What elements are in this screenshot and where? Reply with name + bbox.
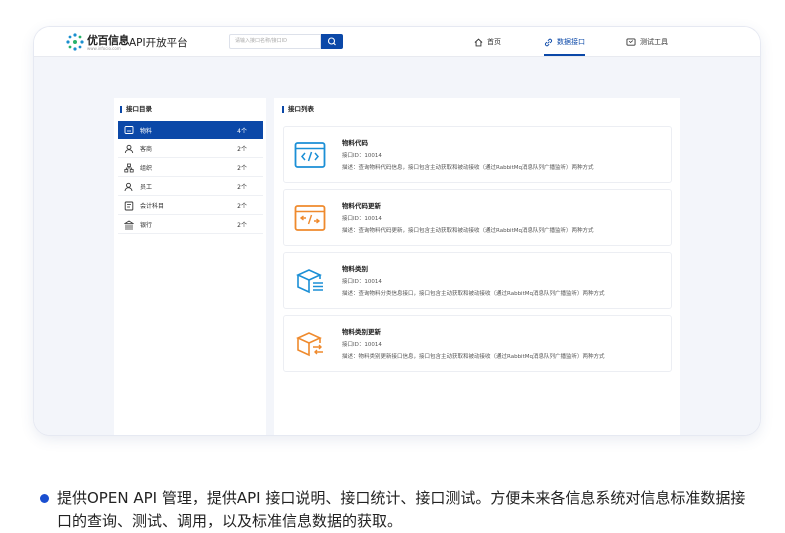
api-card-title: 物料类别更新 [342, 328, 381, 336]
sidebar-item-organization[interactable]: 组织 2个 [118, 159, 263, 177]
platform-title: API开放平台 [129, 37, 188, 49]
box-icon [124, 125, 134, 135]
nav-data-api-label: 数据接口 [557, 38, 585, 46]
sidebar-item-count: 2个 [237, 165, 247, 172]
content-area: 接口目录 物料 4个 客商 2个 组织 2个 员工 2个 会计科目 2个 银行 … [34, 57, 760, 435]
caption-bullet [40, 494, 49, 503]
sidebar-item-label: 客商 [140, 146, 153, 153]
nav-test-tools[interactable]: 测试工具 [626, 27, 668, 57]
person-icon [124, 144, 134, 154]
search-button[interactable] [321, 34, 343, 49]
sidebar-item-label: 银行 [140, 222, 153, 229]
search-input[interactable]: 请输入接口名称/接口ID [229, 34, 321, 49]
api-list-panel: 接口列表 物料代码 接口ID：10014 描述：查询物料代码信息，接口包含主动获… [274, 98, 680, 435]
api-card-description: 描述：查询物料代码信息，接口包含主动获取和被动接收（通过RabbitMq消息队列… [342, 165, 594, 171]
main-title: 接口列表 [282, 106, 314, 113]
api-card-description: 描述：查询物料代码更新，接口包含主动获取和被动接收（通过RabbitMq消息队列… [342, 228, 594, 234]
api-card-material-code-update[interactable]: 物料代码更新 接口ID：10014 描述：查询物料代码更新，接口包含主动获取和被… [283, 189, 672, 246]
code-update-icon [294, 205, 326, 231]
caption-text: 提供OPEN API 管理，提供API 接口说明、接口统计、接口测试。方便未来各… [57, 489, 746, 530]
sidebar-item-merchant[interactable]: 客商 2个 [118, 140, 263, 158]
user-icon [124, 182, 134, 192]
nav-data-api[interactable]: 数据接口 [544, 27, 585, 57]
sidebar-item-accounting[interactable]: 会计科目 2个 [118, 197, 263, 215]
api-directory-sidebar: 接口目录 物料 4个 客商 2个 组织 2个 员工 2个 会计科目 2个 银行 … [114, 98, 266, 435]
code-window-icon [294, 142, 326, 168]
org-chart-icon [124, 163, 134, 173]
api-card-title: 物料代码更新 [342, 202, 381, 210]
box-update-icon [296, 332, 323, 357]
api-card-id: 接口ID：10014 [342, 216, 382, 222]
sidebar-item-count: 4个 [237, 127, 247, 135]
api-card-id: 接口ID：10014 [342, 342, 382, 348]
api-card-material-category[interactable]: 物料类别 接口ID：10014 描述：查询物料分类信息接口，接口包含主动获取和被… [283, 252, 672, 309]
home-icon [474, 38, 483, 46]
api-card-material-code[interactable]: 物料代码 接口ID：10014 描述：查询物料代码信息，接口包含主动获取和被动接… [283, 126, 672, 183]
api-card-title: 物料类别 [342, 265, 368, 273]
sidebar-item-count: 2个 [237, 184, 247, 191]
sidebar-item-label: 组织 [140, 165, 153, 172]
sidebar-item-label: 会计科目 [140, 203, 165, 210]
api-card-description: 描述：查询物料分类信息接口，接口包含主动获取和被动接收（通过RabbitMq消息… [342, 291, 605, 297]
sidebar-item-bank[interactable]: 银行 2个 [118, 216, 263, 234]
top-navigation-bar: 优百信息 www.infocio.com API开放平台 请输入接口名称/接口I… [34, 27, 760, 57]
nav-home-label: 首页 [487, 38, 501, 46]
sidebar-item-count: 2个 [237, 222, 247, 229]
box-category-icon [296, 269, 323, 294]
ledger-icon [124, 201, 134, 211]
tools-icon [626, 37, 636, 46]
active-tab-indicator [544, 54, 585, 56]
sidebar-item-count: 2个 [237, 203, 247, 210]
nav-test-tools-label: 测试工具 [640, 38, 668, 46]
brand-logo-icon [66, 33, 84, 51]
sidebar-item-label: 员工 [140, 184, 153, 191]
api-card-material-category-update[interactable]: 物料类别更新 接口ID：10014 描述：物料类别更新接口信息，接口包含主动获取… [283, 315, 672, 372]
bank-icon [124, 220, 134, 230]
sidebar-item-material[interactable]: 物料 4个 [118, 121, 263, 139]
brand-url: www.infocio.com [87, 46, 121, 51]
sidebar-item-employee[interactable]: 员工 2个 [118, 178, 263, 196]
api-card-id: 接口ID：10014 [342, 153, 382, 159]
app-window: 优百信息 www.infocio.com API开放平台 请输入接口名称/接口I… [34, 27, 760, 435]
sidebar-item-count: 2个 [237, 146, 247, 153]
search-icon [327, 37, 336, 46]
api-card-title: 物料代码 [342, 139, 368, 147]
link-icon [544, 38, 553, 46]
sidebar-item-label: 物料 [140, 127, 153, 135]
sidebar-title: 接口目录 [120, 106, 152, 113]
nav-home[interactable]: 首页 [474, 27, 501, 57]
api-card-id: 接口ID：10014 [342, 279, 382, 285]
api-card-description: 描述：物料类别更新接口信息，接口包含主动获取和被动接收（通过RabbitMq消息… [342, 354, 605, 360]
